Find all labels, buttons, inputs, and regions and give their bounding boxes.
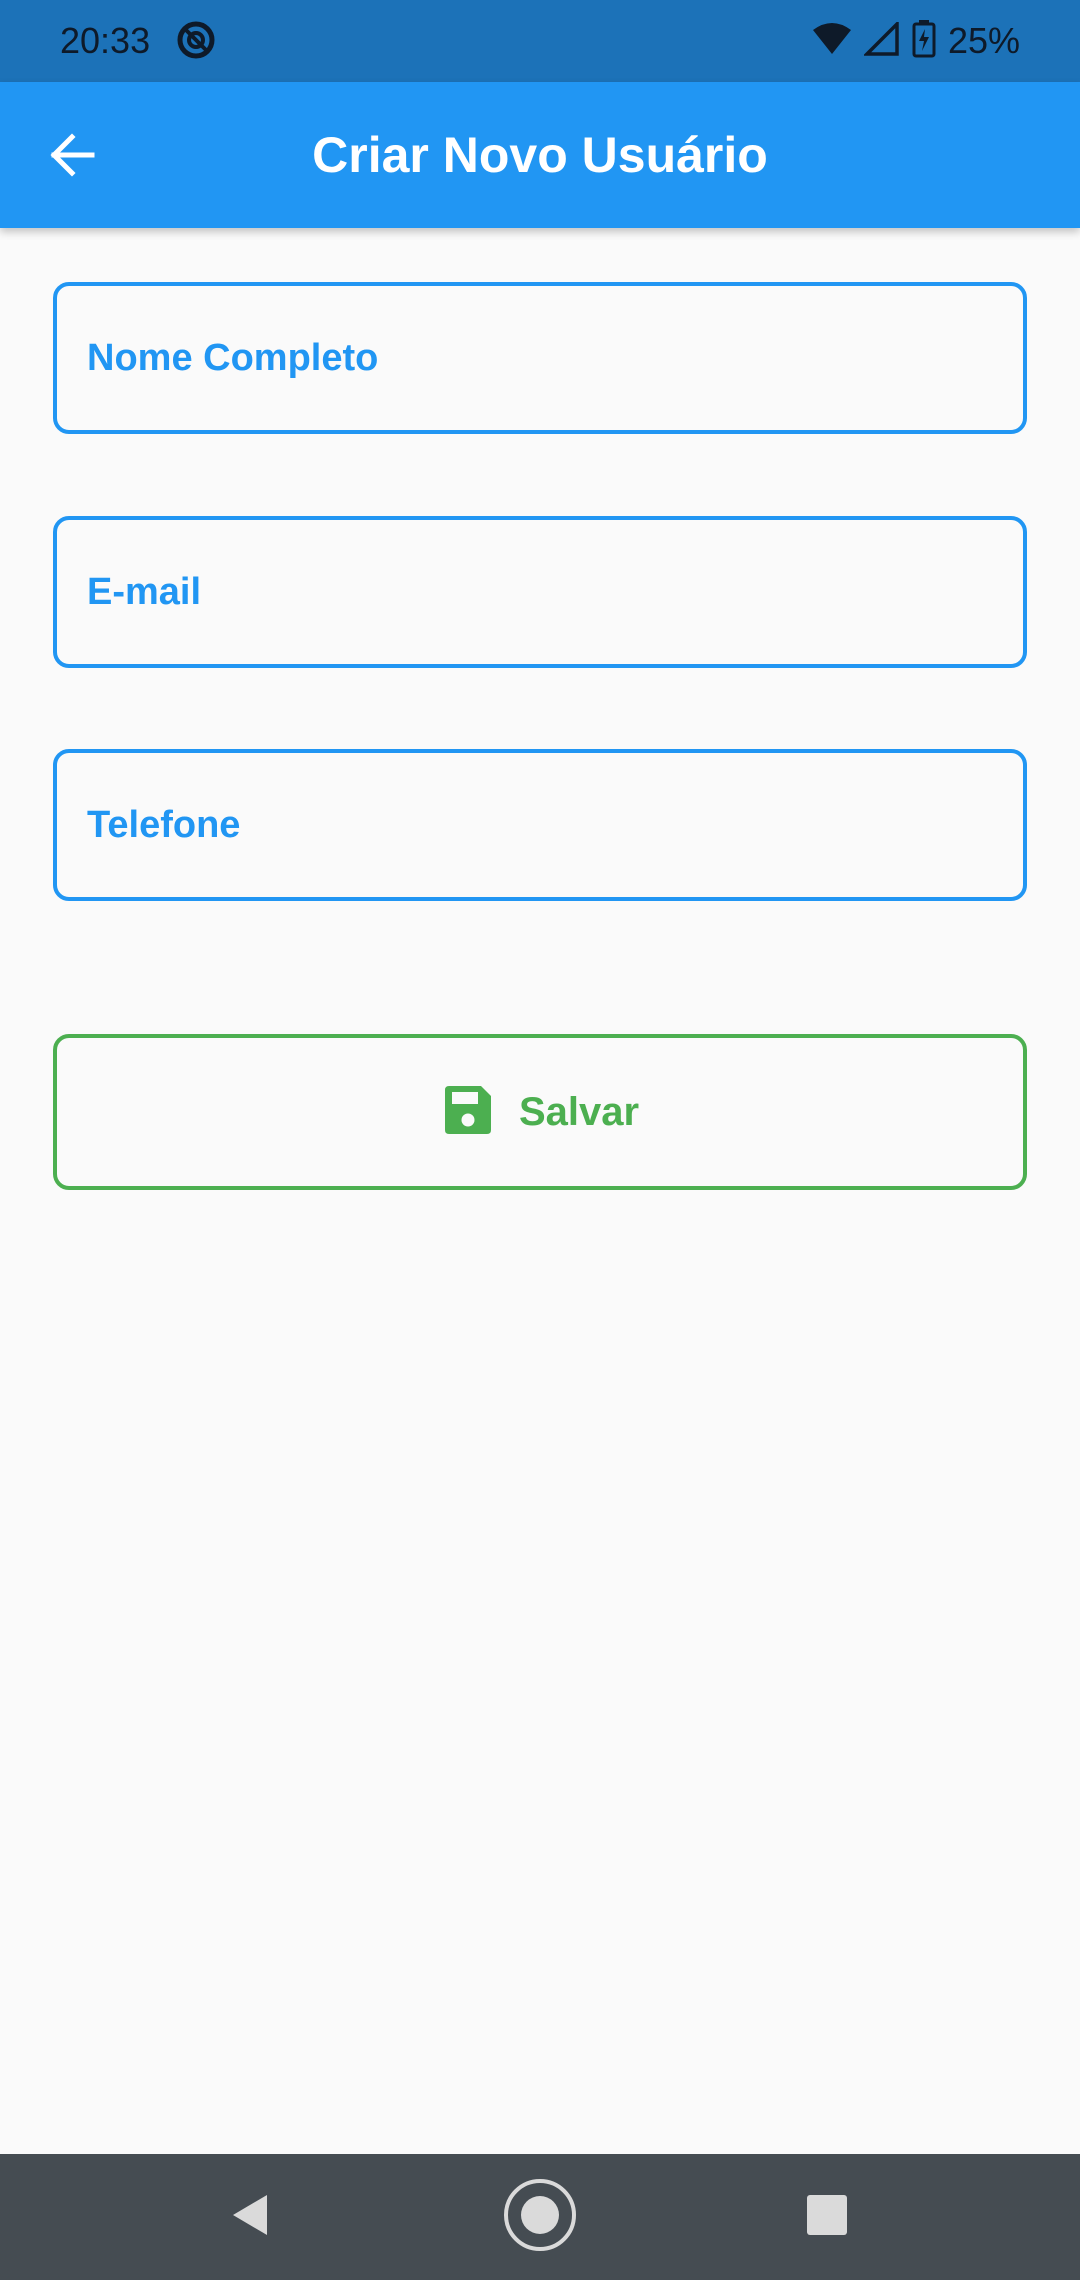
battery-charging-icon bbox=[912, 19, 936, 63]
status-icons: 25% bbox=[812, 18, 1020, 64]
status-time: 20:33 bbox=[60, 20, 151, 61]
phone-input[interactable] bbox=[57, 753, 1023, 897]
nav-back-button[interactable] bbox=[204, 2172, 294, 2262]
do-not-disturb-icon bbox=[176, 20, 216, 60]
full-name-input[interactable] bbox=[57, 286, 1023, 430]
app-bar: Criar Novo Usuário bbox=[0, 82, 1080, 228]
battery-percent: 25% bbox=[947, 20, 1020, 61]
status-bar: 20:33 25% bbox=[0, 0, 1080, 82]
save-icon bbox=[441, 1084, 493, 1141]
full-name-field[interactable] bbox=[53, 282, 1027, 434]
save-button-label: Salvar bbox=[518, 1090, 640, 1134]
nav-recents-button[interactable] bbox=[782, 2172, 872, 2262]
page-title: Criar Novo Usuário bbox=[312, 127, 768, 183]
recents-square-icon bbox=[805, 2193, 849, 2242]
wifi-icon bbox=[812, 22, 852, 61]
email-field[interactable] bbox=[53, 516, 1027, 668]
home-circle-icon bbox=[502, 2177, 578, 2258]
nav-home-button[interactable] bbox=[495, 2172, 585, 2262]
phone-field[interactable] bbox=[53, 749, 1027, 901]
back-triangle-icon bbox=[227, 2191, 271, 2244]
system-nav-bar bbox=[0, 2154, 1080, 2280]
cell-signal-icon bbox=[862, 19, 900, 61]
save-button[interactable]: Salvar bbox=[53, 1034, 1027, 1190]
email-input[interactable] bbox=[57, 520, 1023, 664]
